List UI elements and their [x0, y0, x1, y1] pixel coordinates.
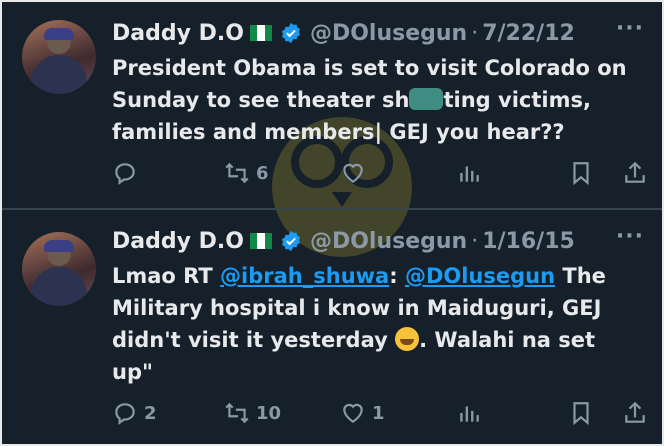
retweet-icon — [225, 402, 249, 424]
retweet-button[interactable]: 6 — [224, 160, 269, 186]
tweet-actions: 2 10 1 — [112, 400, 652, 430]
avatar[interactable] — [22, 232, 96, 306]
share-icon — [625, 161, 645, 183]
verified-icon — [280, 230, 302, 252]
smudge — [409, 88, 444, 110]
tweet-date[interactable]: 1/16/15 — [482, 229, 575, 254]
reply-button[interactable]: 2 — [112, 400, 157, 426]
handle[interactable]: @DOlusegun — [310, 21, 467, 46]
tweet-actions: 6 — [112, 160, 652, 190]
bookmark-button[interactable] — [568, 160, 594, 186]
tweet[interactable]: Daddy D.O @DOlusegun · 1/16/15 ··· Lmao … — [2, 210, 662, 444]
tweet-header: Daddy D.O @DOlusegun · 1/16/15 — [112, 224, 575, 258]
reply-button[interactable] — [112, 160, 144, 186]
mention-link[interactable]: @ibrah_shuwa — [220, 264, 389, 288]
nigeria-flag-icon — [249, 233, 272, 249]
reply-icon — [115, 403, 135, 425]
views-icon — [460, 406, 479, 422]
share-icon — [625, 401, 645, 423]
reply-count: 2 — [144, 402, 157, 424]
bookmark-icon — [573, 402, 589, 426]
display-name[interactable]: Daddy D.O — [112, 229, 244, 254]
more-icon[interactable]: ··· — [616, 16, 644, 41]
tweet-feed: Daddy D.O @DOlusegun · 7/22/12 ··· Presi… — [0, 0, 664, 446]
smiley-emoji-icon — [395, 327, 420, 351]
tweet[interactable]: Daddy D.O @DOlusegun · 7/22/12 ··· Presi… — [2, 2, 662, 208]
tweet-header: Daddy D.O @DOlusegun · 7/22/12 — [112, 16, 575, 50]
separator: · — [471, 228, 479, 254]
separator: · — [471, 20, 479, 46]
like-button[interactable]: 1 — [340, 400, 385, 426]
views-button[interactable] — [456, 160, 482, 186]
like-button[interactable] — [340, 160, 372, 186]
retweet-icon — [225, 162, 249, 184]
views-button[interactable] — [456, 400, 482, 426]
share-button[interactable] — [622, 400, 648, 426]
bookmark-button[interactable] — [568, 400, 594, 426]
display-name[interactable]: Daddy D.O — [112, 21, 244, 46]
tweet-date[interactable]: 7/22/12 — [482, 21, 575, 46]
like-icon — [343, 403, 363, 423]
reply-icon — [115, 163, 135, 185]
retweet-count: 10 — [256, 402, 282, 424]
mention-link[interactable]: @DOlusegun — [405, 264, 555, 288]
bookmark-icon — [573, 162, 589, 186]
more-icon[interactable]: ··· — [616, 224, 644, 249]
nigeria-flag-icon — [249, 25, 272, 41]
retweet-button[interactable]: 10 — [224, 400, 281, 426]
verified-icon — [280, 22, 302, 44]
tweet-text: Lmao RT @ibrah_shuwa: @DOlusegun The Mil… — [112, 264, 606, 384]
retweet-count: 6 — [256, 162, 269, 184]
views-icon — [460, 166, 479, 182]
avatar[interactable] — [22, 20, 96, 94]
handle[interactable]: @DOlusegun — [310, 229, 467, 254]
share-button[interactable] — [622, 160, 648, 186]
like-count: 1 — [372, 402, 385, 424]
like-icon — [343, 163, 363, 183]
tweet-text: President Obama is set to visit Colorado… — [112, 56, 627, 144]
